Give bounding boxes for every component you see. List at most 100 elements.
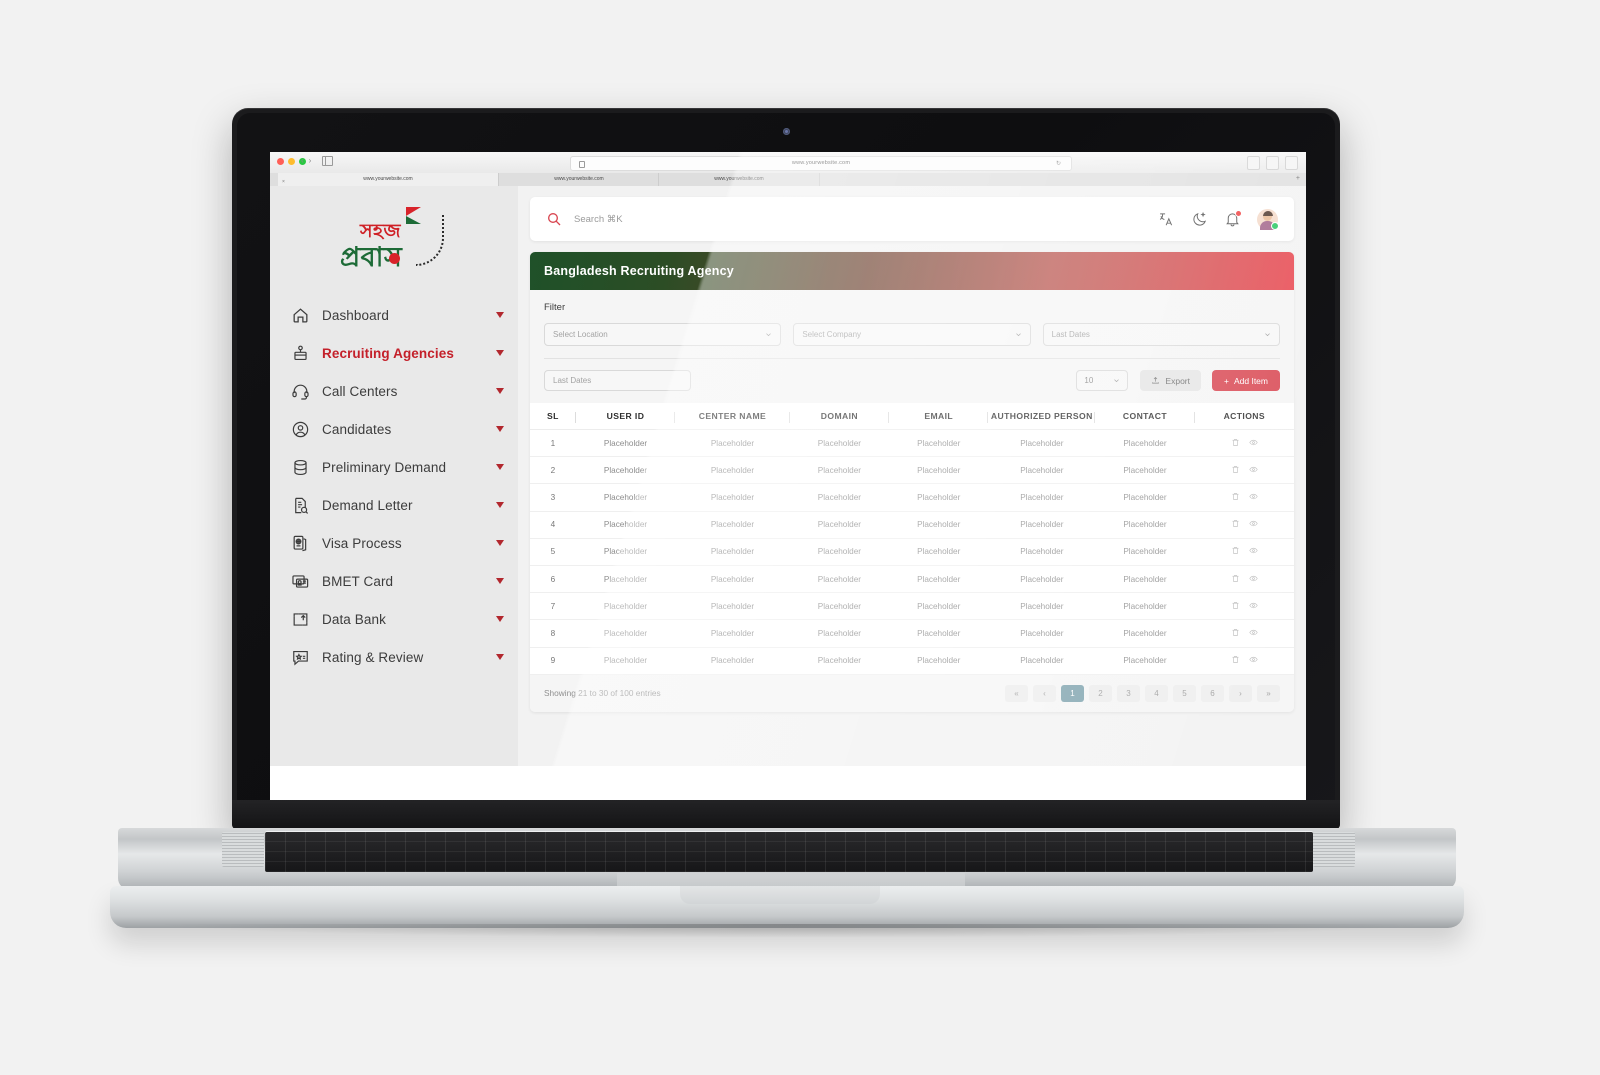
notification-bell-icon[interactable] xyxy=(1224,209,1242,228)
page-4[interactable]: 4 xyxy=(1145,684,1168,702)
view-eye-icon[interactable] xyxy=(1249,601,1258,612)
prev-page[interactable]: ‹ xyxy=(1033,684,1056,702)
page-5[interactable]: 5 xyxy=(1173,684,1196,702)
date-input[interactable]: Last Dates xyxy=(544,370,691,391)
page-1[interactable]: 1 xyxy=(1061,684,1084,702)
reload-icon[interactable]: ↻ xyxy=(1056,160,1061,167)
cell-actions xyxy=(1194,619,1294,648)
close-window-icon[interactable] xyxy=(277,158,284,165)
delete-icon[interactable] xyxy=(1231,601,1240,612)
cell-contact: Placeholder xyxy=(1095,619,1195,648)
table-row[interactable]: 4 Placeholder Placeholder Placeholder Placeh… xyxy=(530,511,1294,539)
sidebar-item-bmet-card[interactable]: BMET Card xyxy=(270,562,518,600)
translate-icon[interactable] xyxy=(1158,211,1175,228)
browser-tab[interactable]: × www.yourwebsite.com xyxy=(278,173,498,186)
chevron-down-icon[interactable] xyxy=(496,426,504,432)
browser-nav-buttons[interactable]: ‹ › xyxy=(301,156,311,165)
per-page-select[interactable]: 10 xyxy=(1076,370,1129,391)
share-icon[interactable] xyxy=(1247,156,1260,170)
cell-authorized_person: Placeholder xyxy=(988,619,1096,648)
sidebar-item-data-bank[interactable]: Data Bank xyxy=(270,600,518,638)
chevron-down-icon[interactable] xyxy=(496,312,504,318)
dark-mode-moon-icon[interactable] xyxy=(1191,211,1208,228)
delete-icon[interactable] xyxy=(1231,628,1240,639)
sidebar-item-demand-letter[interactable]: Demand Letter xyxy=(270,486,518,524)
browser-toolbar-right[interactable] xyxy=(1247,156,1298,170)
page-6[interactable]: 6 xyxy=(1201,684,1224,702)
view-eye-icon[interactable] xyxy=(1249,465,1258,476)
location-select[interactable]: Select Location xyxy=(544,323,782,346)
table-row[interactable]: 6 Placeholder Placeholder Placeholder Placeh… xyxy=(530,565,1294,594)
table-row[interactable]: 7 Placeholder Placeholder Placeholder Placeh… xyxy=(530,592,1294,621)
column-header-sl[interactable]: SL xyxy=(530,403,576,430)
column-header-authorized-person[interactable]: AUTHORIZED PERSON xyxy=(988,403,1096,430)
view-eye-icon[interactable] xyxy=(1249,655,1258,666)
delete-icon[interactable] xyxy=(1231,519,1240,530)
copy-icon[interactable] xyxy=(1285,156,1298,170)
chevron-down-icon[interactable] xyxy=(496,502,504,508)
cell-contact: Placeholder xyxy=(1095,511,1195,539)
table-row[interactable]: 9 Placeholder Placeholder Placeholder Placeh… xyxy=(530,647,1294,675)
chevron-down-icon[interactable] xyxy=(496,578,504,584)
table-row[interactable]: 1 Placeholder Placeholder Placeholder Placeh… xyxy=(530,429,1294,458)
sidebar-item-preliminary-demand[interactable]: Preliminary Demand xyxy=(270,448,518,486)
table-row[interactable]: 2 Placeholder Placeholder Placeholder Placeh… xyxy=(530,456,1294,485)
chevron-down-icon[interactable] xyxy=(496,350,504,356)
search-input[interactable]: Search ⌘K xyxy=(574,214,1158,225)
chevron-down-icon[interactable] xyxy=(496,654,504,660)
sidebar-toggle-icon[interactable] xyxy=(322,156,333,166)
delete-icon[interactable] xyxy=(1231,655,1240,666)
delete-icon[interactable] xyxy=(1231,546,1240,557)
dotted-swoosh-icon xyxy=(416,214,444,266)
table-row[interactable]: 3 Placeholder Placeholder Placeholder Placeh… xyxy=(530,483,1294,512)
sidebar-item-recruiting-agencies[interactable]: Recruiting Agencies xyxy=(270,334,518,372)
sidebar-item-dashboard[interactable]: Dashboard xyxy=(270,296,518,334)
sidebar-item-visa-process[interactable]: Visa Process xyxy=(270,524,518,562)
next-page[interactable]: › xyxy=(1229,684,1252,702)
delete-icon[interactable] xyxy=(1231,465,1240,476)
chevron-down-icon[interactable] xyxy=(496,616,504,622)
table-row[interactable]: 5 Placeholder Placeholder Placeholder Placeh… xyxy=(530,538,1294,566)
view-eye-icon[interactable] xyxy=(1249,438,1258,449)
column-header-center-name[interactable]: CENTER NAME xyxy=(675,403,790,430)
chevron-down-icon[interactable] xyxy=(496,464,504,470)
view-eye-icon[interactable] xyxy=(1249,546,1258,557)
address-bar[interactable]: www.yourwebsite.com ↻ xyxy=(570,156,1072,171)
sidebar-item-rating-review[interactable]: Rating & Review xyxy=(270,638,518,676)
table-row[interactable]: 8 Placeholder Placeholder Placeholder Placeh… xyxy=(530,619,1294,648)
forward-icon[interactable]: › xyxy=(309,156,312,165)
view-eye-icon[interactable] xyxy=(1249,628,1258,639)
column-header-email[interactable]: EMAIL xyxy=(889,403,989,430)
per-page-value: 10 xyxy=(1084,376,1094,385)
chevron-down-icon[interactable] xyxy=(496,540,504,546)
column-header-domain[interactable]: DOMAIN xyxy=(789,403,890,430)
sidebar-item-call-centers[interactable]: Call Centers xyxy=(270,372,518,410)
delete-icon[interactable] xyxy=(1231,438,1240,449)
last-page[interactable]: » xyxy=(1257,684,1280,702)
sidebar-item-candidates[interactable]: Candidates xyxy=(270,410,518,448)
dates-select[interactable]: Last Dates xyxy=(1042,323,1280,346)
column-header-contact[interactable]: CONTACT xyxy=(1095,403,1195,430)
first-page[interactable]: « xyxy=(1005,684,1028,702)
cell-domain: Placeholder xyxy=(789,619,890,648)
browser-tab[interactable]: www.yourwebsite.com xyxy=(498,173,660,186)
avatar[interactable] xyxy=(1257,208,1279,230)
new-tab-icon[interactable]: + xyxy=(1296,175,1300,182)
back-icon[interactable]: ‹ xyxy=(301,156,304,165)
column-header-user-id[interactable]: USER ID xyxy=(575,403,676,430)
app-logo[interactable]: সহজ প্রবাস xyxy=(270,186,518,292)
tabs-overview-icon[interactable] xyxy=(1266,156,1279,170)
page-3[interactable]: 3 xyxy=(1117,684,1140,702)
delete-icon[interactable] xyxy=(1231,574,1240,585)
chevron-down-icon[interactable] xyxy=(496,388,504,394)
add-item-button[interactable]: + Add Item xyxy=(1212,370,1280,391)
page-2[interactable]: 2 xyxy=(1089,684,1112,702)
company-select[interactable]: Select Company xyxy=(793,323,1031,346)
view-eye-icon[interactable] xyxy=(1249,519,1258,530)
delete-icon[interactable] xyxy=(1231,492,1240,503)
view-eye-icon[interactable] xyxy=(1249,574,1258,585)
export-button[interactable]: Export xyxy=(1140,370,1201,391)
minimize-window-icon[interactable] xyxy=(288,158,295,165)
browser-tab[interactable]: www.yourwebsite.com xyxy=(658,173,820,186)
view-eye-icon[interactable] xyxy=(1249,492,1258,503)
